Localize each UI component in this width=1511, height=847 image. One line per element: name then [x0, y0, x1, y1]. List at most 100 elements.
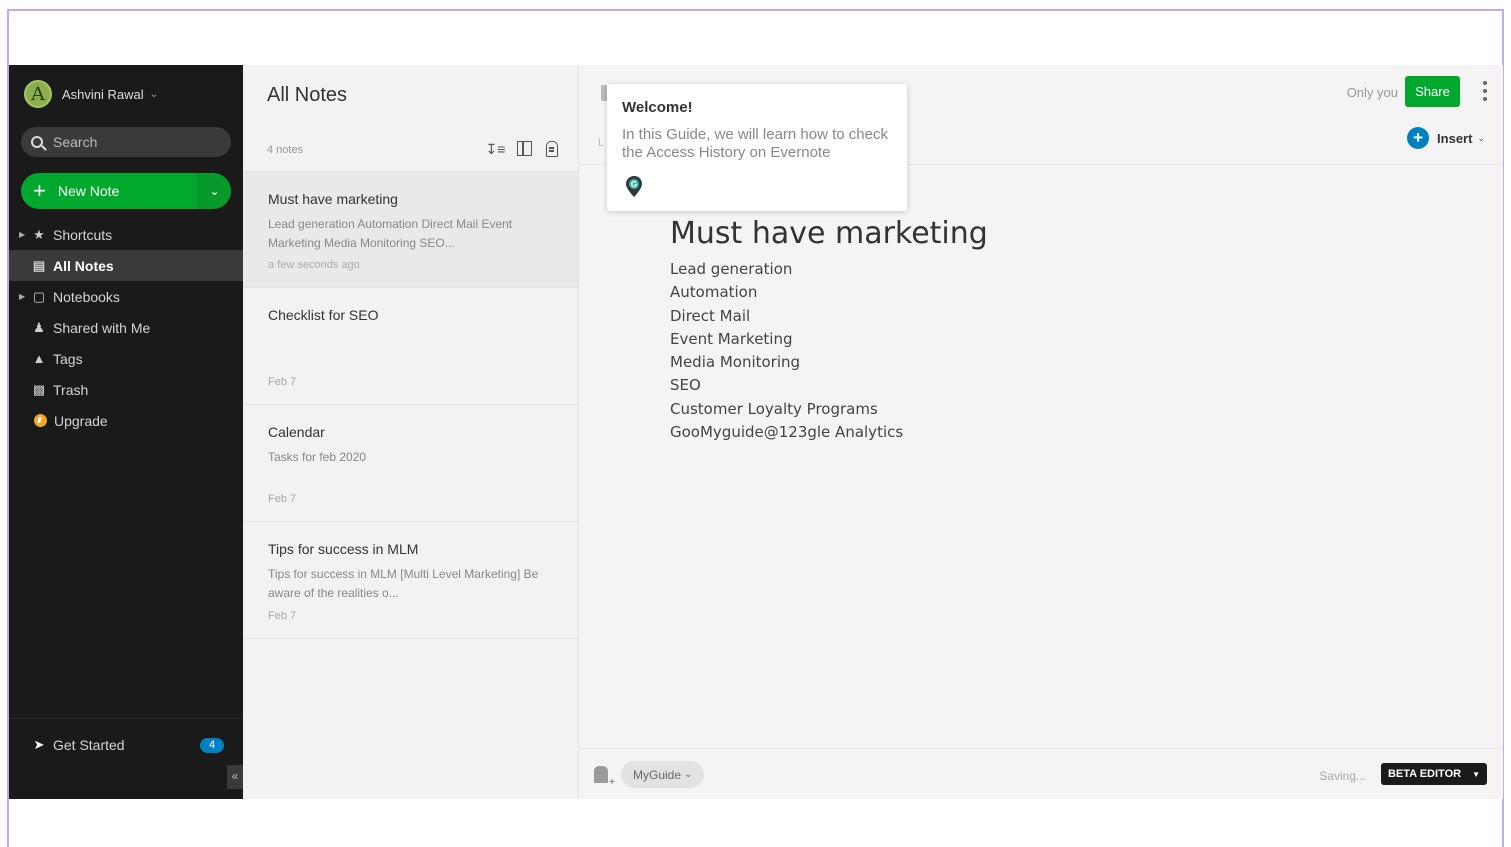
sort-icon[interactable]: ↧≡ [486, 141, 506, 157]
new-note-control: + New Note ⌄ [21, 173, 231, 209]
sidebar-item-label: Upgrade [54, 412, 108, 429]
note-card[interactable]: Tips for success in MLM Tips for success… [243, 522, 578, 639]
note-line[interactable]: Direct Mail [670, 305, 988, 328]
upgrade-icon [34, 414, 47, 427]
note-card-title: Checklist for SEO [268, 307, 379, 323]
account-menu[interactable]: A Ashvini Rawal ⌄ [24, 80, 158, 108]
sidebar-item-all-notes[interactable]: ▤ All Notes [9, 250, 243, 281]
myguide-logo-letter: G [631, 180, 637, 189]
note-heading[interactable]: Must have marketing [670, 216, 988, 251]
insert-button[interactable]: + Insert ⌄ [1407, 127, 1485, 149]
note-card-title: Must have marketing [268, 191, 398, 207]
more-options-icon[interactable] [1483, 81, 1487, 101]
tag-chip[interactable]: MyGuide ⌄ [621, 761, 705, 788]
avatar: A [24, 80, 52, 108]
view-options-icon[interactable] [517, 141, 532, 156]
new-note-dropdown-button[interactable]: ⌄ [197, 173, 231, 209]
sidebar-item-label: Tags [53, 350, 83, 367]
sidebar-item-shortcuts[interactable]: ▶ ★ Shortcuts [9, 219, 243, 250]
sharing-status: Only you [1346, 85, 1398, 100]
tag-icon: ▲ [32, 351, 46, 366]
chevron-down-icon: ⌄ [209, 184, 220, 198]
caret-right-icon[interactable]: ▶ [19, 292, 25, 301]
sidebar-item-label: All Notes [53, 257, 114, 274]
note-card[interactable]: Calendar Tasks for feb 2020 Feb 7 [243, 405, 578, 522]
note-line[interactable]: Media Monitoring [670, 351, 988, 374]
note-list: Must have marketing Lead generation Auto… [243, 171, 578, 639]
myguide-logo-icon: G [626, 176, 642, 197]
note-list-toolbar: ↧≡ [486, 141, 558, 157]
sidebar-item-label: Notebooks [53, 288, 120, 305]
notebook-icon: ▢ [32, 288, 46, 304]
search-box[interactable] [21, 127, 231, 157]
note-card-title: Calendar [268, 424, 325, 440]
sidebar-item-label: Trash [53, 381, 89, 398]
note-icon: ▤ [32, 257, 46, 273]
note-card-date: Feb 7 [268, 610, 297, 622]
note-card-snippet: Tasks for feb 2020 [268, 450, 367, 464]
welcome-guide-popup: Welcome! In this Guide, we will learn ho… [607, 84, 907, 211]
beta-editor-label: BETA EDITOR [1387, 768, 1462, 780]
plus-circle-icon: + [1407, 127, 1430, 149]
search-input[interactable] [53, 134, 213, 150]
note-card-snippet [268, 331, 554, 369]
sidebar-nav: ▶ ★ Shortcuts ▤ All Notes ▶ ▢ Notebooks … [9, 219, 243, 436]
chevron-down-icon: ⌄ [149, 88, 159, 100]
insert-label: Insert [1437, 130, 1473, 146]
get-started-count-badge: 4 [200, 738, 224, 753]
popup-title: Welcome! [622, 99, 693, 116]
rocket-icon: ➤ [33, 737, 45, 752]
note-card-date: Feb 7 [268, 493, 297, 505]
sidebar-item-shared[interactable]: ♟ Shared with Me [9, 312, 243, 343]
save-status: Saving... [1319, 769, 1366, 783]
new-note-button[interactable]: + New Note [21, 173, 197, 209]
popup-text: In this Guide, we will learn how to chec… [622, 126, 888, 161]
note-content[interactable]: Must have marketing Lead generation Auto… [670, 216, 988, 444]
note-line[interactable]: Automation [670, 281, 988, 304]
note-line[interactable]: Customer Loyalty Programs [670, 398, 988, 421]
star-icon: ★ [33, 226, 45, 242]
people-icon: ♟ [33, 319, 45, 335]
chevron-down-icon: ⌄ [1477, 132, 1485, 143]
note-card-snippet: Tips for success in MLM [Multi Level Mar… [268, 567, 539, 600]
caret-down-icon: ▼ [1472, 770, 1481, 779]
note-line[interactable]: Event Marketing [670, 328, 988, 351]
note-card-date: a few seconds ago [268, 259, 360, 271]
sidebar-item-label: Shared with Me [53, 319, 151, 336]
chevron-down-icon: ⌄ [684, 769, 693, 780]
tag-chip-label: MyGuide [633, 767, 682, 782]
beta-editor-button[interactable]: BETA EDITOR ▼ [1381, 763, 1487, 785]
note-card-date: Feb 7 [268, 376, 297, 388]
share-button[interactable]: Share [1405, 76, 1460, 107]
note-list-title: All Notes [267, 84, 348, 106]
note-line[interactable]: SEO [670, 374, 988, 397]
sidebar-item-trash[interactable]: ▩ Trash [9, 374, 243, 405]
tag-filter-icon[interactable] [546, 141, 558, 157]
editor-subheader-text: L [598, 137, 605, 149]
note-line[interactable]: GooMyguide@123gle Analytics [670, 421, 988, 444]
sidebar-item-upgrade[interactable]: Upgrade [9, 405, 243, 436]
note-card-title: Tips for success in MLM [268, 541, 419, 557]
search-icon [31, 136, 43, 148]
note-card[interactable]: Checklist for SEO Feb 7 [243, 288, 578, 405]
sidebar: A Ashvini Rawal ⌄ + New Note ⌄ ▶ ★ Short… [9, 65, 243, 799]
note-count: 4 notes [267, 144, 304, 156]
sidebar-item-tags[interactable]: ▲ Tags [9, 343, 243, 374]
trash-icon: ▩ [32, 381, 46, 397]
sidebar-item-label: Shortcuts [53, 226, 113, 243]
plus-icon: + [33, 178, 46, 203]
sidebar-footer: ➤ Get Started 4 [9, 718, 243, 771]
note-line[interactable]: Lead generation [670, 258, 988, 281]
note-card[interactable]: Must have marketing Lead generation Auto… [243, 171, 578, 288]
note-card-snippet: Lead generation Automation Direct Mail E… [268, 217, 513, 250]
caret-right-icon[interactable]: ▶ [19, 230, 25, 239]
add-tag-icon[interactable] [594, 766, 615, 788]
account-name: Ashvini Rawal [62, 86, 144, 102]
get-started-button[interactable]: ➤ Get Started 4 [9, 719, 243, 771]
sidebar-item-notebooks[interactable]: ▶ ▢ Notebooks [9, 281, 243, 312]
new-note-label: New Note [57, 183, 120, 199]
collapse-sidebar-button[interactable]: « [227, 765, 243, 789]
note-list-panel: All Notes 4 notes ↧≡ Must have marketing… [243, 65, 579, 799]
editor-footer: MyGuide ⌄ Saving... BETA EDITOR ▼ [579, 748, 1503, 799]
get-started-label: Get Started [53, 737, 125, 753]
